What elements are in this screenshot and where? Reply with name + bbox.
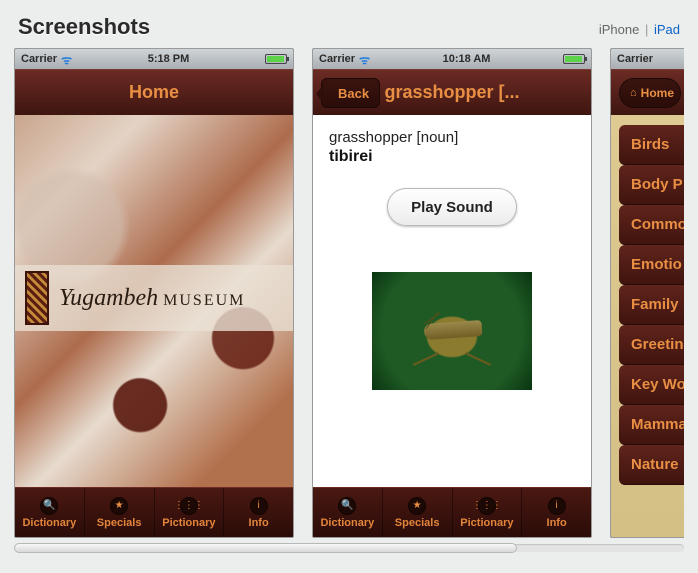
nav-bar: ⌂ Home <box>611 69 684 115</box>
list-item[interactable]: Family <box>619 285 684 325</box>
device-tabs: iPhone | iPad <box>599 22 680 37</box>
museum-banner: Yugambeh MUSEUM <box>15 265 293 331</box>
divider: | <box>645 22 648 37</box>
play-sound-button[interactable]: Play Sound <box>387 188 517 226</box>
screenshot-1: Carrier ᯤ 5:18 PM Home Yugambeh MU <box>14 48 294 538</box>
battery-icon <box>265 54 287 64</box>
carrier-label: Carrier <box>319 53 355 65</box>
tab-dictionary[interactable]: 🔍 Dictionary <box>313 488 383 537</box>
tab-specials[interactable]: ★ Specials <box>383 488 453 537</box>
tab-bar: 🔍 Dictionary ★ Specials ⋮⋮⋮ Pictionary i… <box>313 487 591 537</box>
status-bar: Carrier <box>611 49 684 69</box>
nav-bar: Home <box>15 69 293 115</box>
battery-icon <box>563 54 585 64</box>
screenshot-3: Carrier ⌂ Home Birds Body P Commo Emotio… <box>610 48 684 538</box>
list-item[interactable]: Nature <box>619 445 684 485</box>
entry-photo <box>372 272 532 390</box>
back-button[interactable]: Back <box>321 78 380 108</box>
tab-dictionary[interactable]: 🔍 Dictionary <box>15 488 85 537</box>
screenshot-strip[interactable]: Carrier ᯤ 5:18 PM Home Yugambeh MU <box>14 48 684 535</box>
clock: 5:18 PM <box>148 53 190 65</box>
tab-info[interactable]: i Info <box>522 488 591 537</box>
tab-info[interactable]: i Info <box>224 488 293 537</box>
grid-icon: ⋮⋮⋮ <box>180 497 198 515</box>
info-icon: i <box>548 497 566 515</box>
entry-content: grasshopper [noun] tibirei Play Sound <box>313 115 591 487</box>
scrollbar-thumb[interactable] <box>14 543 517 553</box>
tab-ipad[interactable]: iPad <box>654 22 680 37</box>
home-content: Yugambeh MUSEUM <box>15 115 293 487</box>
list-item[interactable]: Mamma <box>619 405 684 445</box>
magnifier-icon: 🔍 <box>338 497 356 515</box>
tab-pictionary[interactable]: ⋮⋮⋮ Pictionary <box>155 488 225 537</box>
clock: 10:18 AM <box>443 53 491 65</box>
museum-logo-icon <box>25 271 49 325</box>
category-list[interactable]: Birds Body P Commo Emotio Family Greetin… <box>619 125 684 485</box>
home-icon: ⌂ <box>630 87 637 99</box>
carrier-label: Carrier <box>21 53 57 65</box>
info-icon: i <box>250 497 268 515</box>
grid-icon: ⋮⋮⋮ <box>478 497 496 515</box>
list-item[interactable]: Greetin <box>619 325 684 365</box>
museum-name: Yugambeh MUSEUM <box>59 285 245 312</box>
entry-native-word: tibirei <box>329 148 575 166</box>
list-item[interactable]: Key Wo <box>619 365 684 405</box>
section-title: Screenshots <box>18 14 150 40</box>
rock-art-image: Yugambeh MUSEUM <box>15 115 293 487</box>
status-bar: Carrier ᯤ 5:18 PM <box>15 49 293 69</box>
nav-title: Home <box>129 82 179 103</box>
entry-headword: grasshopper [noun] <box>329 129 575 146</box>
nav-bar: Back grasshopper [... <box>313 69 591 115</box>
wifi-icon: ᯤ <box>359 51 370 68</box>
magnifier-icon: 🔍 <box>40 497 58 515</box>
carrier-label: Carrier <box>617 53 653 65</box>
category-content: Birds Body P Commo Emotio Family Greetin… <box>611 115 684 537</box>
tab-iphone[interactable]: iPhone <box>599 22 639 37</box>
home-button[interactable]: ⌂ Home <box>619 78 681 108</box>
tab-specials[interactable]: ★ Specials <box>85 488 155 537</box>
tab-pictionary[interactable]: ⋮⋮⋮ Pictionary <box>453 488 523 537</box>
list-item[interactable]: Emotio <box>619 245 684 285</box>
star-icon: ★ <box>408 497 426 515</box>
status-bar: Carrier ᯤ 10:18 AM <box>313 49 591 69</box>
wifi-icon: ᯤ <box>61 51 72 68</box>
horizontal-scrollbar[interactable] <box>14 541 684 555</box>
star-icon: ★ <box>110 497 128 515</box>
list-item[interactable]: Body P <box>619 165 684 205</box>
tab-bar: 🔍 Dictionary ★ Specials ⋮⋮⋮ Pictionary i… <box>15 487 293 537</box>
list-item[interactable]: Birds <box>619 125 684 165</box>
nav-title: grasshopper [... <box>384 82 519 103</box>
list-item[interactable]: Commo <box>619 205 684 245</box>
screenshot-2: Carrier ᯤ 10:18 AM Back grasshopper [...… <box>312 48 592 538</box>
